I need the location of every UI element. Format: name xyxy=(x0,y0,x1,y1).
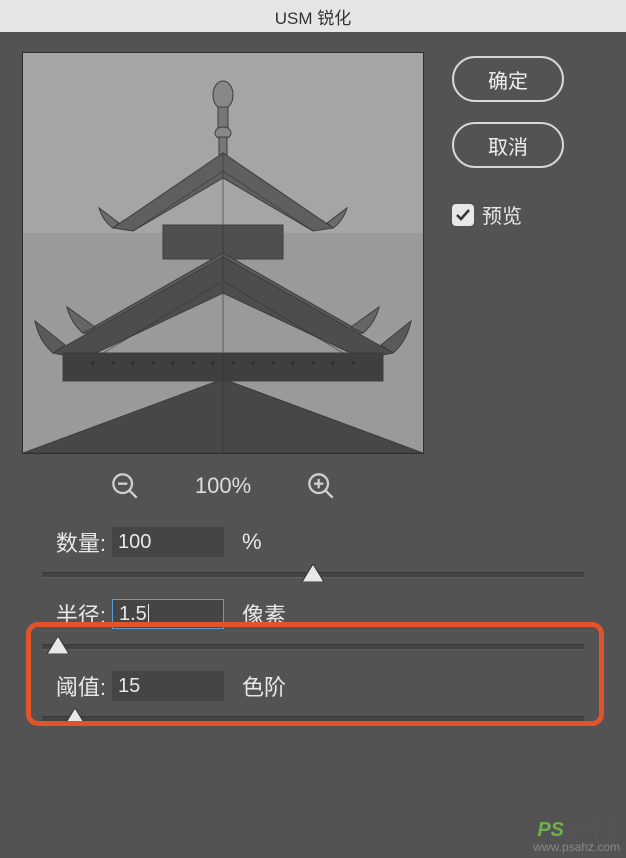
radius-thumb[interactable] xyxy=(47,636,69,654)
zoom-level: 100% xyxy=(195,473,251,499)
amount-param: 数量: 100 % xyxy=(42,526,584,578)
preview-checkbox[interactable] xyxy=(452,204,474,226)
threshold-param: 阈值: 15 色阶 xyxy=(42,670,584,722)
threshold-slider[interactable] xyxy=(42,716,584,722)
amount-label: 数量: xyxy=(42,526,106,558)
threshold-thumb[interactable] xyxy=(64,708,86,726)
cancel-button[interactable]: 取消 xyxy=(452,122,564,168)
radius-unit: 像素 xyxy=(242,598,286,630)
preview-svg xyxy=(23,53,423,453)
amount-slider[interactable] xyxy=(42,572,584,578)
ok-label: 确定 xyxy=(488,65,528,94)
dialog-title: USM 锐化 xyxy=(275,4,352,29)
watermark-brand: PS xyxy=(537,819,564,841)
radius-slider[interactable] xyxy=(42,644,584,650)
radius-label: 半径: xyxy=(42,598,106,630)
dialog-titlebar: USM 锐化 xyxy=(0,0,626,32)
check-icon xyxy=(455,207,471,223)
threshold-unit: 色阶 xyxy=(242,670,286,702)
preview-image[interactable] xyxy=(22,52,424,454)
amount-thumb[interactable] xyxy=(302,564,324,582)
watermark-text: 爱好者 xyxy=(566,821,620,841)
threshold-input[interactable]: 15 xyxy=(112,671,224,701)
text-cursor xyxy=(148,604,149,624)
amount-unit: % xyxy=(242,529,262,555)
preview-label: 预览 xyxy=(482,200,522,229)
zoom-out-icon[interactable] xyxy=(111,472,139,500)
amount-input[interactable]: 100 xyxy=(112,527,224,557)
threshold-label: 阈值: xyxy=(42,670,106,702)
radius-input[interactable]: 1.5 xyxy=(112,599,224,629)
cancel-label: 取消 xyxy=(488,131,528,160)
watermark-url: www.psahz.com xyxy=(533,841,620,854)
zoom-in-icon[interactable] xyxy=(307,472,335,500)
radius-param: 半径: 1.5 像素 xyxy=(42,598,584,650)
watermark: PS 爱好者 www.psahz.com xyxy=(533,819,620,854)
ok-button[interactable]: 确定 xyxy=(452,56,564,102)
